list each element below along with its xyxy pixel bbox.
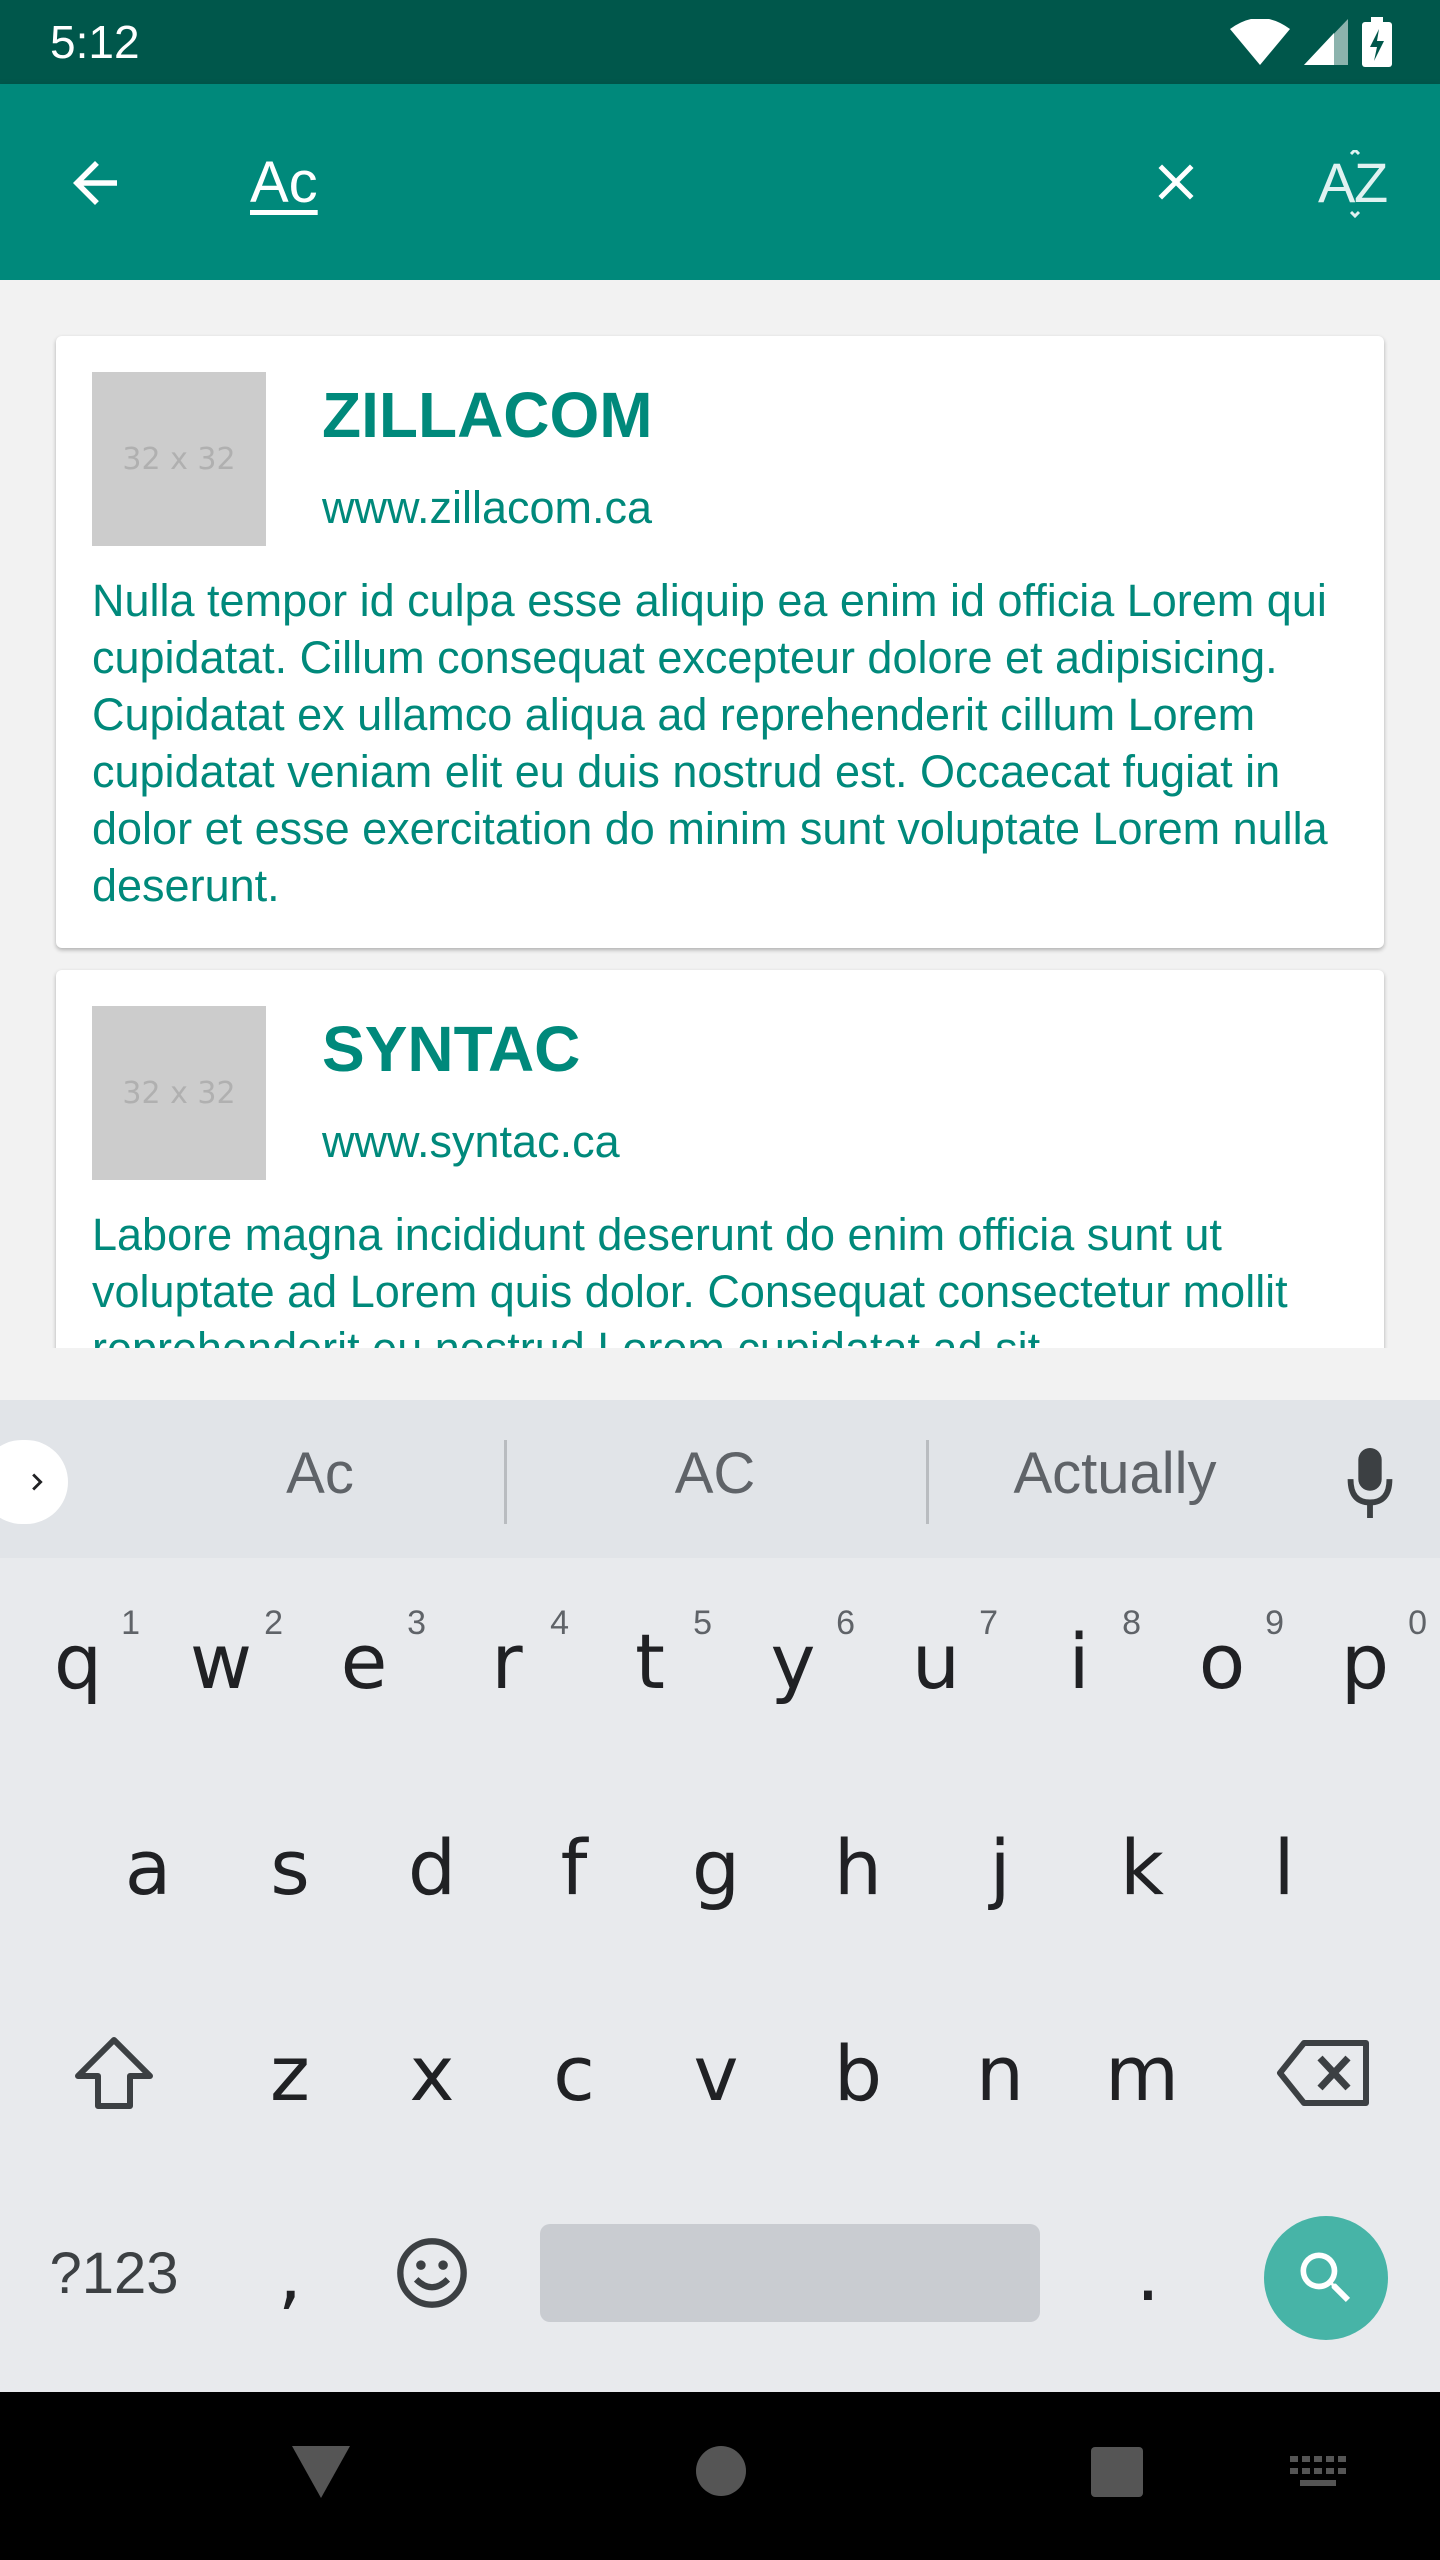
home-nav-icon[interactable] xyxy=(694,2444,748,2498)
key-hint: 9 xyxy=(1265,1604,1284,1642)
key-hint: 4 xyxy=(550,1604,569,1642)
close-icon[interactable] xyxy=(1146,152,1206,212)
key-i[interactable]: i8 xyxy=(1009,1586,1149,1736)
key-label: i xyxy=(1068,1616,1090,1706)
battery-charging-icon xyxy=(1362,17,1392,67)
key-y[interactable]: y6 xyxy=(723,1586,863,1736)
screen: 5:12 A Z xyxy=(0,0,1440,2560)
search-action-key[interactable] xyxy=(1264,2216,1388,2340)
key-h[interactable]: h xyxy=(788,1792,928,1942)
result-title: SYNTAC xyxy=(322,1013,581,1085)
expand-suggestions-button[interactable] xyxy=(0,1440,68,1524)
suggestion-divider xyxy=(926,1440,929,1524)
keyboard-switch-icon[interactable] xyxy=(1290,2456,1346,2488)
key-p[interactable]: p0 xyxy=(1295,1586,1435,1736)
key-hint: 1 xyxy=(121,1604,140,1642)
results-list[interactable]: 32 x 32 ZILLACOM www.zillacom.ca Nulla t… xyxy=(0,280,1440,1348)
key-hint: 2 xyxy=(264,1604,283,1642)
arrow-back-icon[interactable] xyxy=(62,150,128,216)
shift-key[interactable] xyxy=(44,1998,184,2148)
key-label: w xyxy=(189,1616,253,1706)
result-title: ZILLACOM xyxy=(322,379,653,451)
suggestion-item[interactable]: Ac xyxy=(160,1440,480,1507)
key-s[interactable]: s xyxy=(220,1792,360,1942)
key-label: u xyxy=(911,1616,961,1706)
svg-text:A: A xyxy=(1318,151,1356,214)
key-f[interactable]: f xyxy=(504,1792,644,1942)
key-hint: 0 xyxy=(1408,1604,1427,1642)
key-r[interactable]: r4 xyxy=(437,1586,577,1736)
key-x[interactable]: x xyxy=(362,1998,502,2148)
key-t[interactable]: t5 xyxy=(580,1586,720,1736)
key-a[interactable]: a xyxy=(78,1792,218,1942)
key-label: o xyxy=(1198,1616,1246,1706)
key-hint: 8 xyxy=(1122,1604,1141,1642)
chevron-right-icon xyxy=(32,1473,43,1491)
key-w[interactable]: w2 xyxy=(151,1586,291,1736)
key-hint: 5 xyxy=(693,1604,712,1642)
key-hint: 6 xyxy=(836,1604,855,1642)
search-icon xyxy=(1300,2252,1351,2303)
suggestion-divider xyxy=(504,1440,507,1524)
status-time: 5:12 xyxy=(50,16,140,68)
comma-key[interactable]: , xyxy=(220,2198,360,2348)
key-c[interactable]: c xyxy=(504,1998,644,2148)
symbols-key[interactable]: ?123 xyxy=(34,2198,194,2348)
period-key[interactable]: . xyxy=(1078,2198,1218,2348)
result-description: Nulla tempor id culpa esse aliquip ea en… xyxy=(92,575,1328,911)
key-label: e xyxy=(340,1616,388,1706)
suggestion-item[interactable]: Actually xyxy=(950,1440,1280,1507)
sort-az-icon[interactable]: A Z xyxy=(1318,150,1394,220)
key-label: r xyxy=(491,1616,523,1706)
navigation-bar xyxy=(0,2392,1440,2560)
result-description: Labore magna incididunt deserunt do enim… xyxy=(92,1209,1288,1348)
status-bar: 5:12 xyxy=(0,0,1440,84)
search-app-bar: A Z xyxy=(0,84,1440,280)
key-label: t xyxy=(635,1616,665,1706)
key-z[interactable]: z xyxy=(220,1998,360,2148)
soft-keyboard: Ac AC Actually q1 w2 e3 r4 t5 y6 u7 i8 o… xyxy=(0,1400,1440,2392)
key-k[interactable]: k xyxy=(1072,1792,1212,1942)
svg-text:Z: Z xyxy=(1354,151,1388,214)
key-v[interactable]: v xyxy=(646,1998,786,2148)
key-j[interactable]: j xyxy=(930,1792,1070,1942)
thumbnail-image: 32 x 32 xyxy=(92,372,266,546)
cell-signal-icon xyxy=(1304,19,1348,65)
result-card[interactable]: 32 x 32 ZILLACOM www.zillacom.ca Nulla t… xyxy=(56,336,1384,948)
key-m[interactable]: m xyxy=(1072,1998,1212,2148)
key-n[interactable]: n xyxy=(930,1998,1070,2148)
key-l[interactable]: l xyxy=(1214,1792,1354,1942)
key-d[interactable]: d xyxy=(362,1792,502,1942)
key-label: p xyxy=(1340,1616,1390,1706)
key-g[interactable]: g xyxy=(646,1792,786,1942)
shift-icon xyxy=(75,2037,153,2109)
backspace-key[interactable] xyxy=(1254,1998,1394,2148)
backspace-icon xyxy=(1277,2040,1369,2106)
suggestion-item[interactable]: AC xyxy=(560,1440,870,1507)
key-hint: 3 xyxy=(407,1604,426,1642)
key-label: y xyxy=(770,1616,816,1706)
recents-nav-icon[interactable] xyxy=(1090,2446,1144,2498)
key-label: q xyxy=(53,1616,103,1706)
key-q[interactable]: q1 xyxy=(8,1586,148,1736)
result-card[interactable]: 32 x 32 SYNTAC www.syntac.ca Labore magn… xyxy=(56,970,1384,1348)
microphone-icon[interactable] xyxy=(1346,1448,1394,1518)
result-url[interactable]: www.syntac.ca xyxy=(322,1116,620,1168)
key-hint: 7 xyxy=(979,1604,998,1642)
suggestion-strip: Ac AC Actually xyxy=(0,1400,1440,1558)
key-e[interactable]: e3 xyxy=(294,1586,434,1736)
key-o[interactable]: o9 xyxy=(1152,1586,1292,1736)
key-u[interactable]: u7 xyxy=(866,1586,1006,1736)
key-b[interactable]: b xyxy=(788,1998,928,2148)
search-input[interactable] xyxy=(250,136,1110,228)
spacebar[interactable] xyxy=(540,2224,1040,2322)
wifi-icon xyxy=(1230,19,1290,65)
back-nav-icon[interactable] xyxy=(290,2444,352,2500)
emoji-key[interactable] xyxy=(362,2198,502,2348)
status-icons xyxy=(1230,17,1392,67)
result-url[interactable]: www.zillacom.ca xyxy=(322,482,652,534)
emoji-icon xyxy=(397,2238,467,2308)
thumbnail-image: 32 x 32 xyxy=(92,1006,266,1180)
